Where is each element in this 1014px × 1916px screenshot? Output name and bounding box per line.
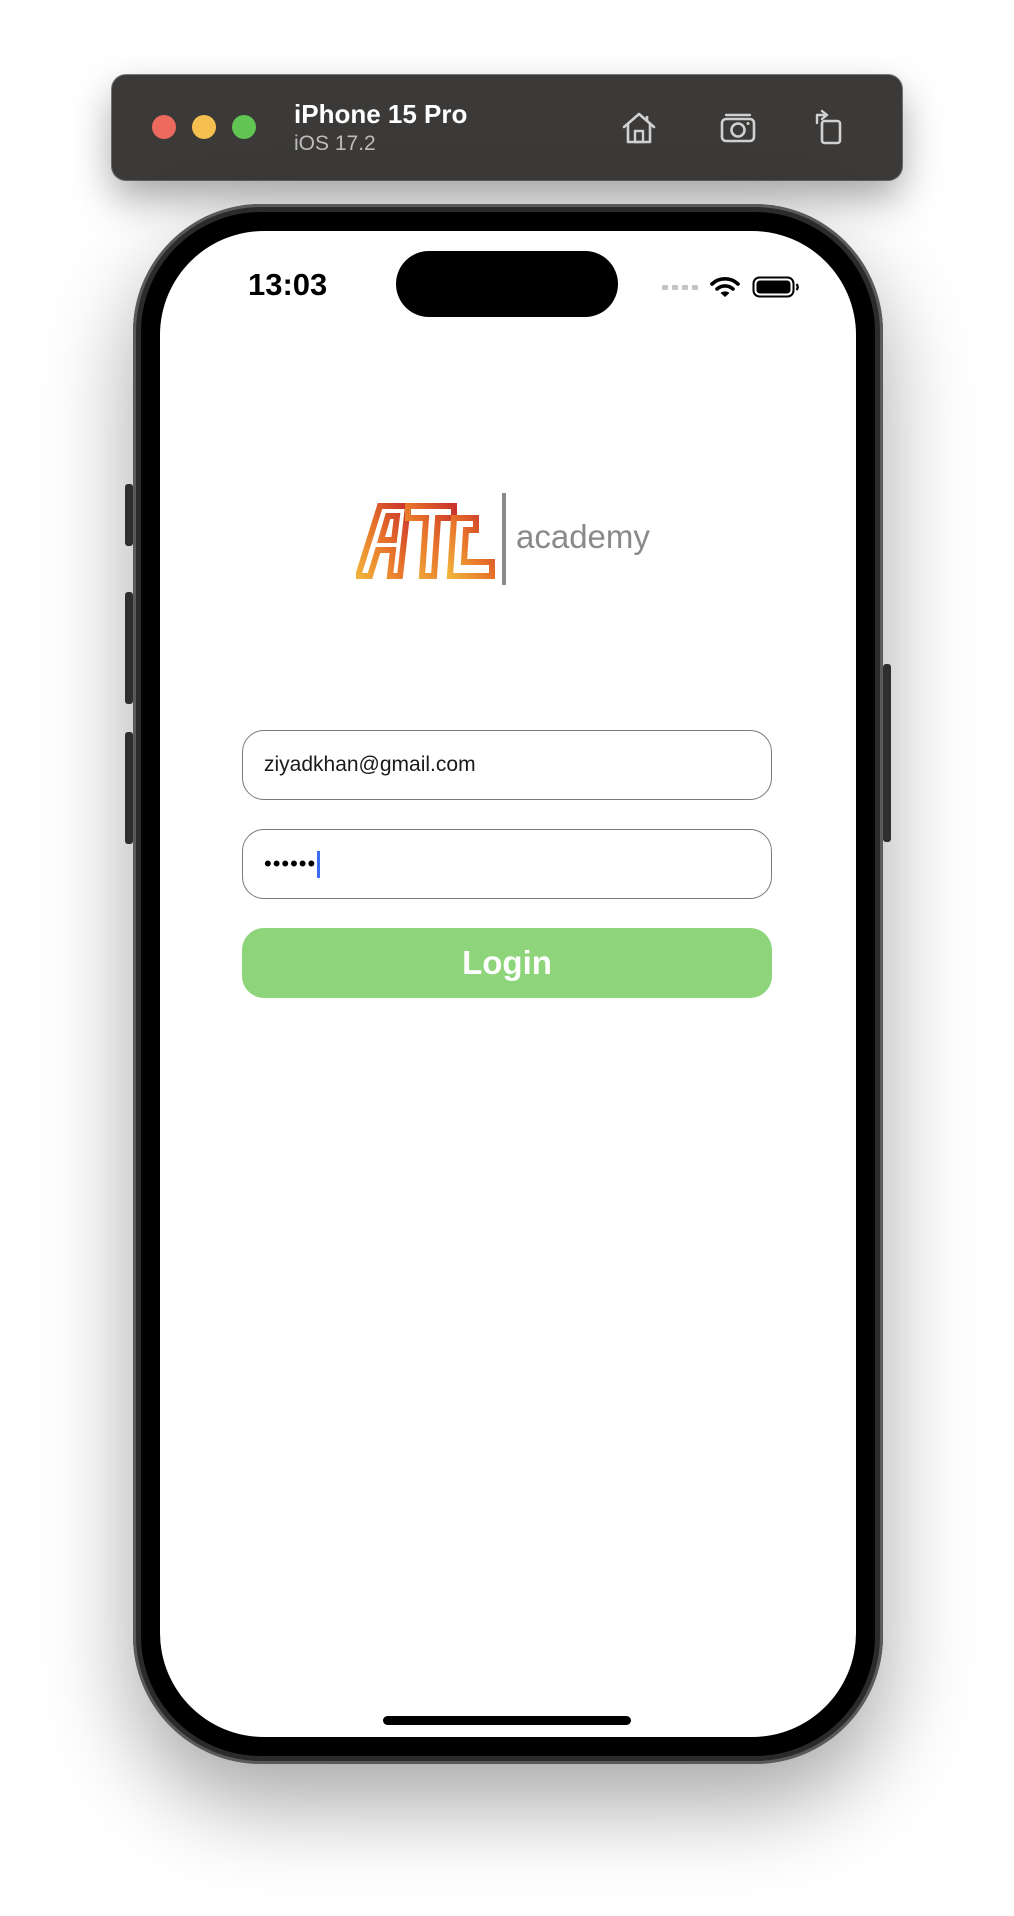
dynamic-island — [396, 251, 618, 317]
battery-icon — [752, 276, 799, 298]
password-field[interactable]: •••••• — [242, 829, 772, 899]
home-indicator[interactable] — [383, 1716, 631, 1725]
rotate-icon — [815, 109, 842, 145]
device-name: iPhone 15 Pro — [294, 99, 468, 129]
rotate-button[interactable] — [807, 105, 853, 151]
phone-frame: 13:03 academy ziyadkhan@gmail.com ••••••… — [125, 204, 891, 1764]
status-icons — [662, 275, 800, 299]
screenshot-button[interactable] — [715, 105, 761, 151]
volume-down-button — [125, 732, 133, 844]
screenshot-icon — [720, 113, 756, 143]
home-button[interactable] — [616, 105, 662, 151]
atl-academy-logo: academy — [353, 488, 656, 588]
close-window-button[interactable] — [152, 115, 176, 139]
volume-up-button — [125, 592, 133, 704]
wifi-icon — [710, 277, 740, 297]
app-screen: 13:03 academy ziyadkhan@gmail.com ••••••… — [160, 231, 856, 1737]
action-button — [125, 484, 133, 546]
minimize-window-button[interactable] — [192, 115, 216, 139]
os-version: iOS 17.2 — [294, 132, 376, 155]
login-button-label: Login — [462, 944, 552, 981]
cellular-signal-icon — [662, 284, 698, 290]
simulator-toolbar: iPhone 15 Pro iOS 17.2 — [112, 75, 902, 180]
password-value: •••••• — [264, 851, 317, 876]
zoom-window-button[interactable] — [232, 115, 256, 139]
logo-wordmark: academy — [516, 518, 650, 555]
power-button — [883, 664, 891, 842]
email-value: ziyadkhan@gmail.com — [264, 753, 476, 776]
email-field[interactable]: ziyadkhan@gmail.com — [242, 730, 772, 800]
home-icon — [622, 112, 656, 144]
status-time: 13:03 — [248, 267, 328, 302]
text-cursor — [317, 850, 321, 878]
login-button[interactable]: Login — [242, 928, 772, 998]
